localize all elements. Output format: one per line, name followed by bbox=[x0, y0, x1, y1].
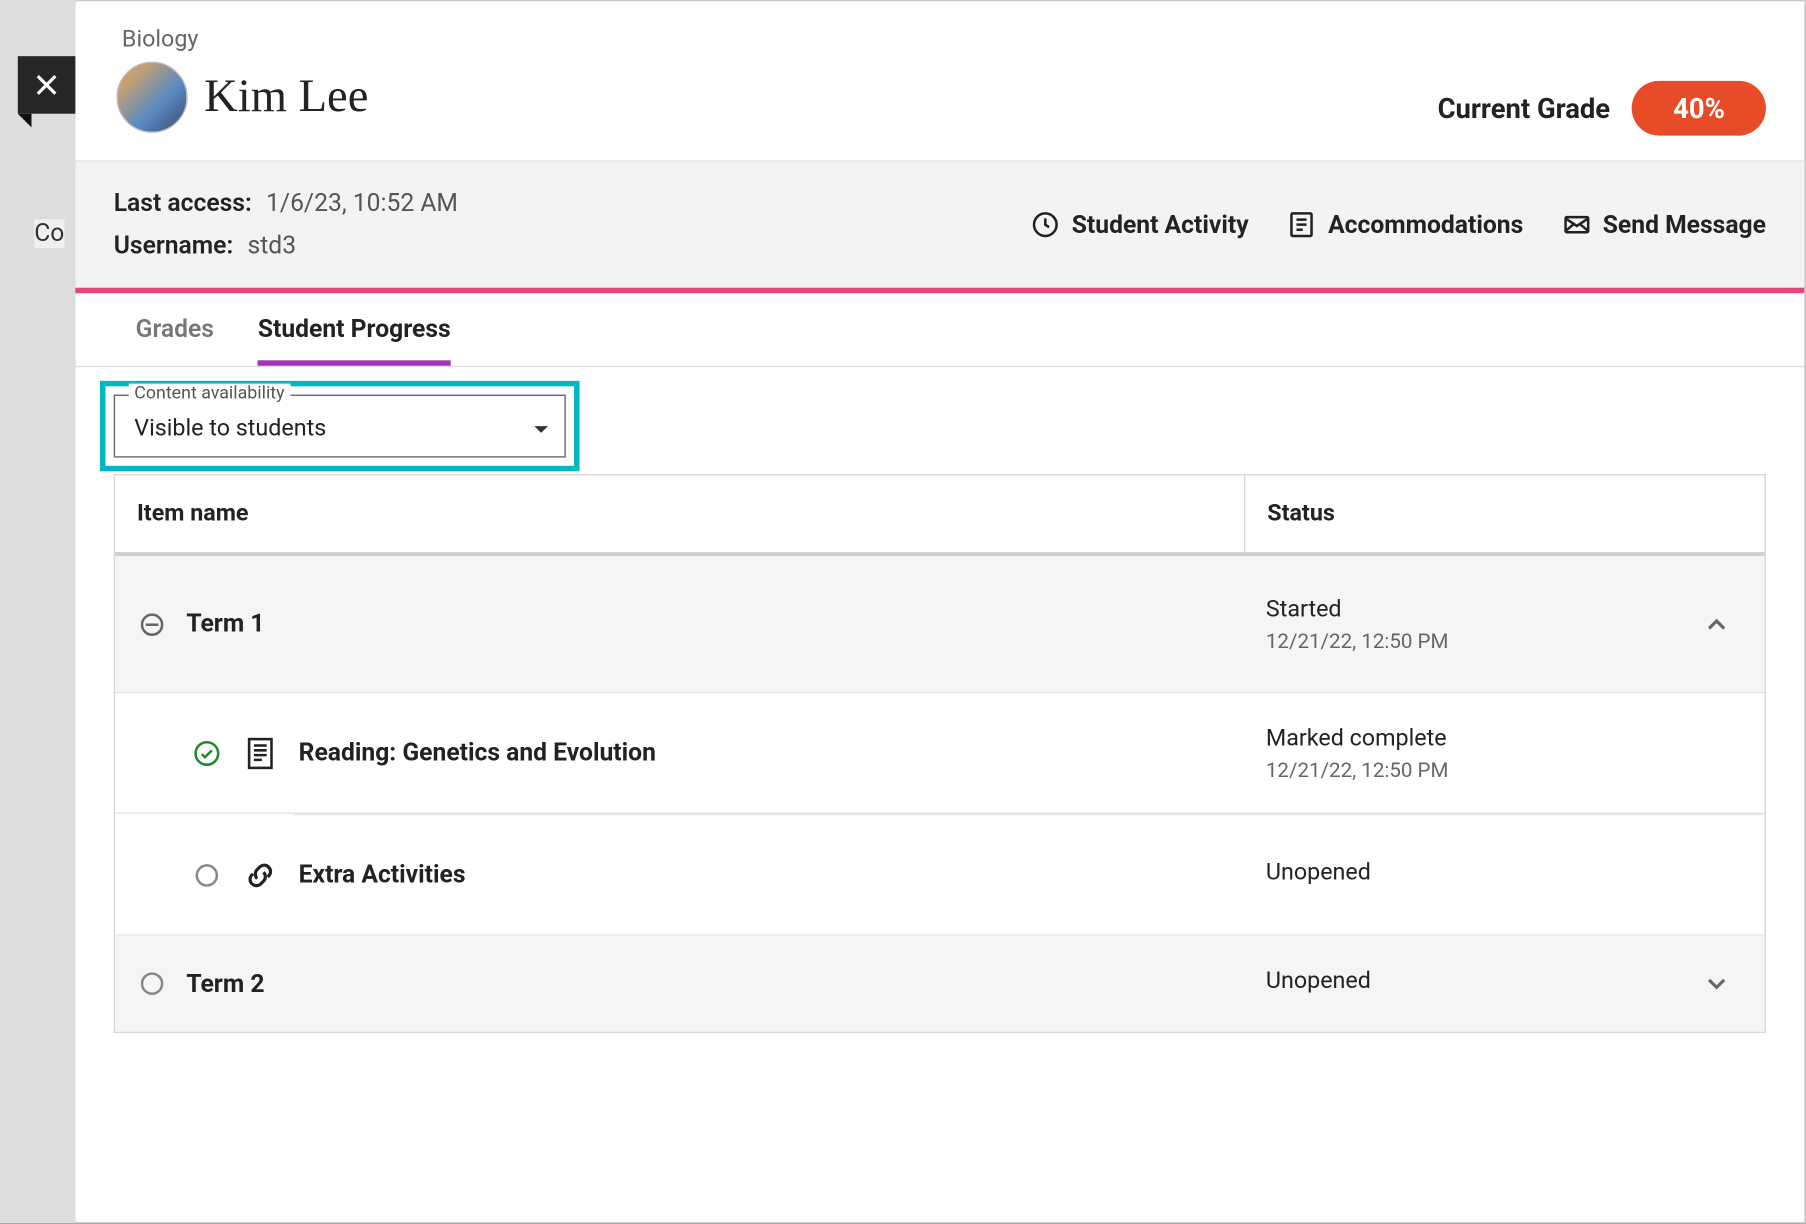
row-status: Marked complete bbox=[1266, 724, 1647, 751]
close-icon bbox=[32, 70, 62, 100]
circle-empty-icon bbox=[137, 969, 167, 999]
check-circle-icon bbox=[192, 738, 222, 768]
row-status: Started bbox=[1266, 595, 1647, 622]
list-icon bbox=[1287, 210, 1317, 240]
content-availability-select[interactable]: Content availability Visible to students bbox=[114, 395, 566, 458]
obscured-text: Co bbox=[34, 219, 64, 248]
progress-partial-icon bbox=[137, 609, 167, 639]
row-status-date: 12/21/22, 12:50 PM bbox=[1266, 628, 1647, 653]
link-icon bbox=[241, 856, 279, 894]
background-obscured-panel: Co bbox=[0, 0, 75, 1223]
table-header-row: Item name Status bbox=[115, 475, 1764, 556]
envelope-icon bbox=[1562, 210, 1592, 240]
row-name[interactable]: Extra Activities bbox=[299, 860, 466, 889]
collapse-toggle[interactable] bbox=[1669, 587, 1765, 661]
expand-toggle[interactable] bbox=[1669, 947, 1765, 1021]
last-access-value: 1/6/23, 10:52 AM bbox=[266, 189, 458, 218]
username-value: std3 bbox=[247, 232, 296, 261]
table-row: Term 1 Started 12/21/22, 12:50 PM bbox=[115, 556, 1764, 693]
table-row: Extra Activities Unopened bbox=[115, 815, 1764, 936]
student-activity-link[interactable]: Student Activity bbox=[1031, 210, 1249, 240]
student-progress-panel: Biology Kim Lee Current Grade 40% Last a… bbox=[75, 0, 1805, 1223]
chevron-down-icon bbox=[534, 425, 548, 432]
circle-empty-icon bbox=[192, 860, 222, 890]
current-grade-label: Current Grade bbox=[1438, 92, 1610, 125]
content-availability-value: Visible to students bbox=[134, 415, 326, 442]
username-label: Username: bbox=[114, 232, 233, 261]
content-availability-highlight: Content availability Visible to students bbox=[100, 381, 580, 471]
row-status-date: 12/21/22, 12:50 PM bbox=[1266, 757, 1647, 782]
close-button[interactable] bbox=[18, 56, 76, 114]
close-button-shadow bbox=[18, 114, 32, 128]
avatar bbox=[116, 62, 187, 133]
document-icon bbox=[241, 734, 279, 772]
accommodations-label: Accommodations bbox=[1328, 210, 1523, 239]
table-row: Term 2 Unopened bbox=[115, 936, 1764, 1032]
course-name: Biology bbox=[122, 26, 368, 53]
row-status: Unopened bbox=[1266, 858, 1647, 885]
send-message-link[interactable]: Send Message bbox=[1562, 210, 1766, 240]
send-message-label: Send Message bbox=[1603, 210, 1766, 239]
chevron-up-icon bbox=[1702, 609, 1732, 639]
col-item-name: Item name bbox=[115, 475, 1244, 552]
tab-grades[interactable]: Grades bbox=[136, 293, 214, 366]
content-availability-legend: Content availability bbox=[129, 384, 290, 405]
row-name: Term 1 bbox=[186, 610, 264, 639]
table-row: Reading: Genetics and Evolution Marked c… bbox=[115, 693, 1764, 814]
row-name[interactable]: Reading: Genetics and Evolution bbox=[299, 738, 656, 767]
accommodations-link[interactable]: Accommodations bbox=[1287, 210, 1523, 240]
tab-student-progress[interactable]: Student Progress bbox=[258, 293, 451, 366]
tab-bar: Grades Student Progress bbox=[75, 293, 1804, 367]
row-name: Term 2 bbox=[186, 969, 264, 998]
clock-icon bbox=[1031, 210, 1061, 240]
row-status: Unopened bbox=[1266, 967, 1647, 994]
last-access-label: Last access: bbox=[114, 189, 252, 218]
info-bar: Last access: 1/6/23, 10:52 AM Username: … bbox=[75, 160, 1804, 293]
panel-header: Biology Kim Lee Current Grade 40% bbox=[75, 1, 1804, 160]
progress-table: Item name Status Term 1 Started 12/21/22… bbox=[114, 474, 1766, 1033]
student-name: Kim Lee bbox=[204, 71, 368, 123]
current-grade-pill: 40% bbox=[1632, 81, 1766, 136]
col-status: Status bbox=[1244, 475, 1669, 552]
student-activity-label: Student Activity bbox=[1072, 210, 1249, 239]
chevron-down-icon bbox=[1702, 969, 1732, 999]
